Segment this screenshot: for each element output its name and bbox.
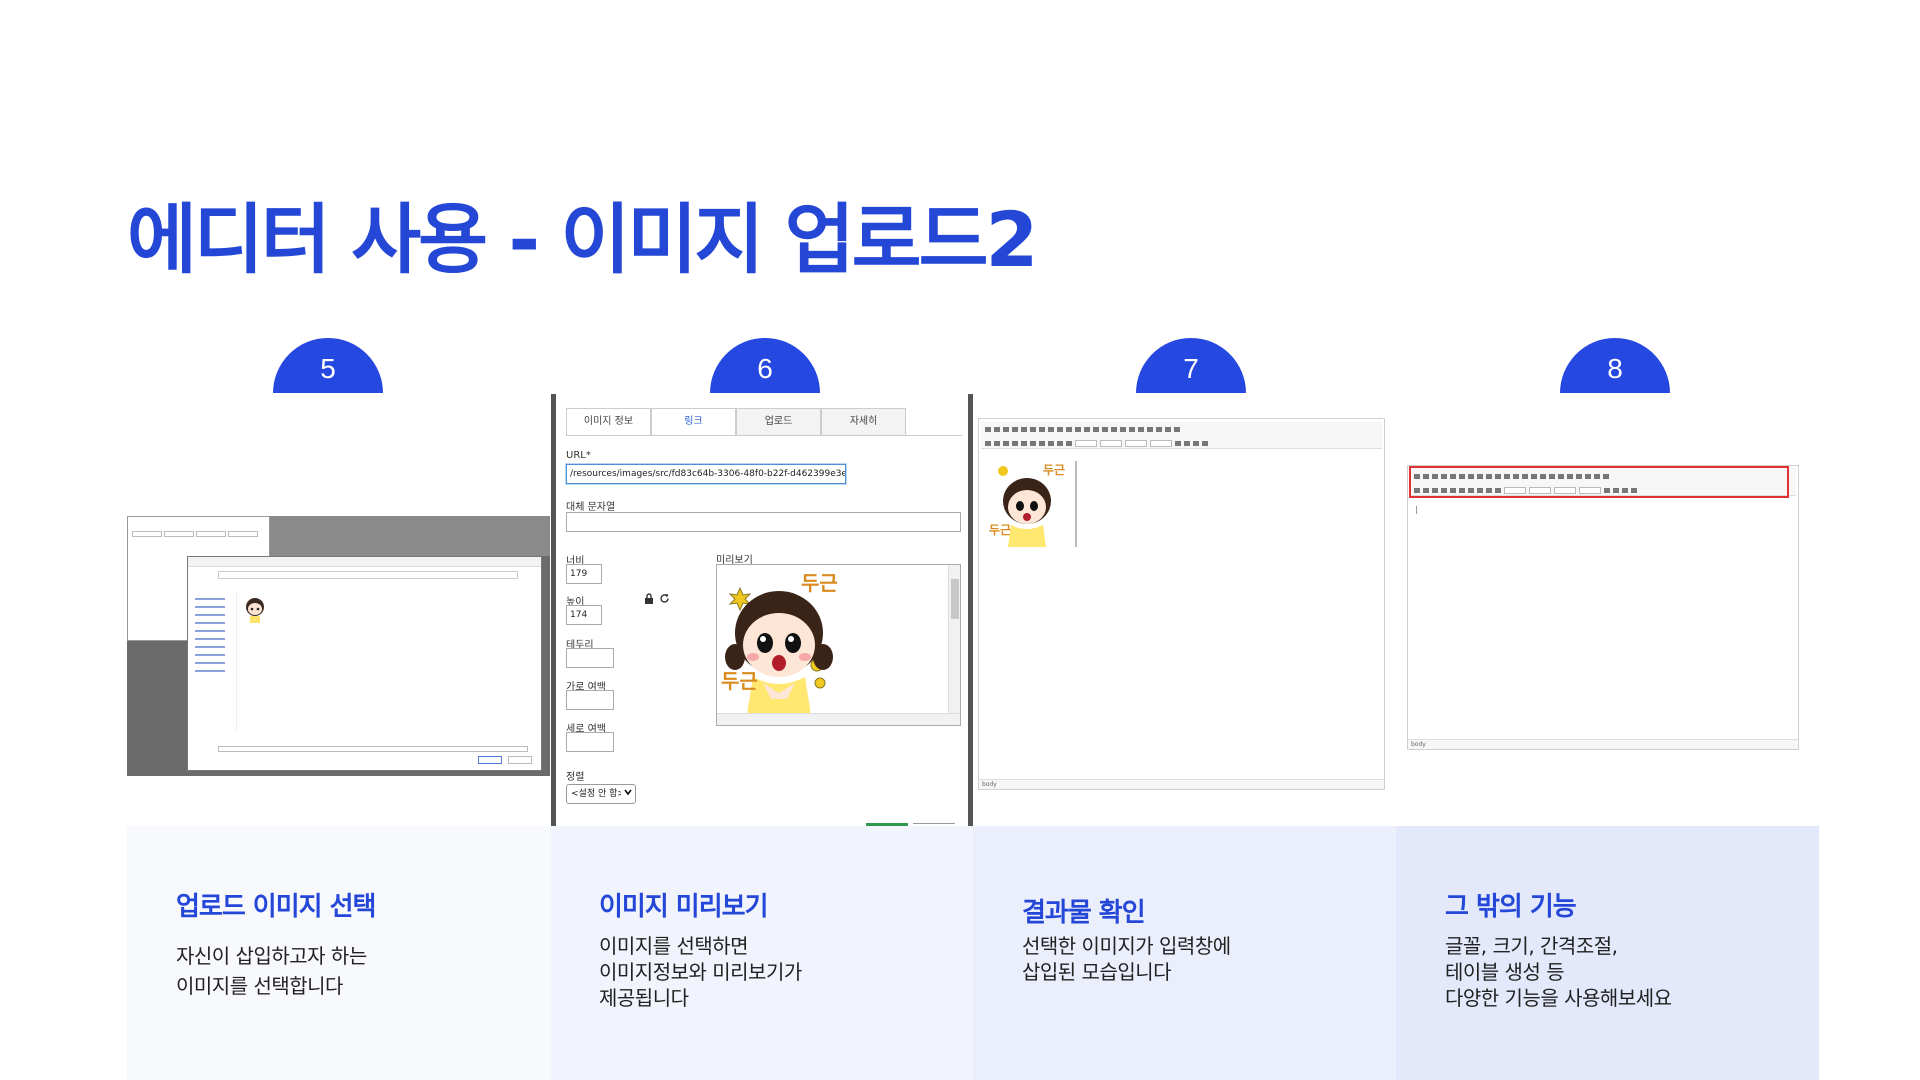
align-select[interactable]: <설정 안 함>	[566, 784, 636, 804]
editor-result-screenshot: 두근 두근 body	[978, 418, 1385, 790]
step-5-line-1: 자신이 삽입하고자 하는	[176, 944, 367, 968]
step-5-line-2: 이미지를 선택합니다	[176, 974, 343, 998]
step-6-line-1: 이미지를 선택하면	[599, 934, 749, 958]
url-label: URL*	[566, 450, 591, 461]
inserted-image[interactable]: 두근 두근	[987, 461, 1077, 547]
editor-toolbar	[981, 421, 1382, 449]
step-5-heading: 업로드 이미지 선택	[176, 892, 376, 922]
step-8-line-2: 테이블 생성 등	[1445, 960, 1565, 984]
lock-ratio-icon[interactable]	[644, 589, 654, 608]
inserted-sticker-text-bottom: 두근	[989, 523, 1012, 537]
step-8-line-3: 다양한 기능을 사용해보세요	[1445, 986, 1672, 1010]
step-6-heading: 이미지 미리보기	[599, 892, 768, 922]
step-8-heading: 그 밖의 기능	[1445, 892, 1577, 922]
url-input[interactable]: /resources/images/src/fd83c64b-3306-48f0…	[566, 464, 846, 484]
alt-text-label: 대체 문자열	[566, 502, 616, 513]
step-8-line-1: 글꼴, 크기, 간격조절,	[1445, 934, 1618, 958]
step-card-6: 이미지 미리보기 이미지를 선택하면 이미지정보와 미리보기가 제공됩니다	[550, 826, 973, 1080]
step-6-line-3: 제공됩니다	[599, 986, 689, 1010]
step-badge-6: 6	[710, 338, 820, 393]
step-7-line-2: 삽입된 모습입니다	[1022, 960, 1172, 984]
text-cursor	[1416, 506, 1417, 514]
page-title: 에디터 사용 - 이미지 업로드2	[127, 195, 1038, 284]
step-card-7: 결과물 확인 선택한 이미지가 입력창에 삽입된 모습입니다	[973, 826, 1396, 1080]
step-6-line-2: 이미지정보와 미리보기가	[599, 960, 802, 984]
editor-statusbar: body	[1408, 739, 1798, 749]
step-card-5: 업로드 이미지 선택 자신이 삽입하고자 하는 이미지를 선택합니다	[127, 826, 550, 1080]
image-dialog-screenshot: 이미지 정보 링크 업로드 자세히 URL* /resources/images…	[551, 394, 973, 826]
alt-text-input[interactable]	[566, 512, 961, 532]
step-card-8: 그 밖의 기능 글꼴, 크기, 간격조절, 테이블 생성 등 다양한 기능을 사…	[1396, 826, 1819, 1080]
preview-vertical-scrollbar[interactable]	[948, 565, 960, 715]
hspace-input[interactable]	[566, 690, 614, 710]
open-file-window	[187, 556, 542, 771]
file-picker-screenshot	[127, 516, 550, 776]
step-badge-8: 8	[1560, 338, 1670, 393]
step-badge-5: 5	[273, 338, 383, 393]
border-input[interactable]	[566, 648, 614, 668]
sticker-text-top: 두근	[801, 571, 838, 595]
editor-features-screenshot: body	[1407, 465, 1799, 750]
align-label: 정렬	[566, 772, 585, 783]
sticker-text-bottom: 두근	[721, 669, 758, 693]
step-badge-7: 7	[1136, 338, 1246, 393]
align-select-value: <설정 안 함>	[571, 789, 621, 799]
chevron-down-icon	[624, 785, 632, 803]
tab-image-info[interactable]: 이미지 정보	[566, 408, 651, 436]
tab-link[interactable]: 링크	[651, 408, 736, 436]
sticker-thumbnail	[242, 595, 268, 625]
width-input[interactable]: 179	[566, 564, 602, 584]
reset-size-icon[interactable]	[659, 589, 670, 608]
inserted-sticker-text-top: 두근	[1043, 463, 1066, 477]
preview-horizontal-scrollbar[interactable]	[717, 713, 960, 725]
height-input[interactable]: 174	[566, 605, 602, 625]
tab-upload[interactable]: 업로드	[736, 408, 821, 436]
tab-advanced[interactable]: 자세히	[821, 408, 906, 436]
vspace-input[interactable]	[566, 732, 614, 752]
toolbar-highlight-box	[1409, 466, 1789, 498]
image-preview: 두근 두근	[716, 564, 961, 726]
step-7-line-1: 선택한 이미지가 입력창에	[1022, 934, 1231, 958]
step-7-heading: 결과물 확인	[1022, 898, 1146, 928]
editor-statusbar: body	[979, 779, 1384, 789]
